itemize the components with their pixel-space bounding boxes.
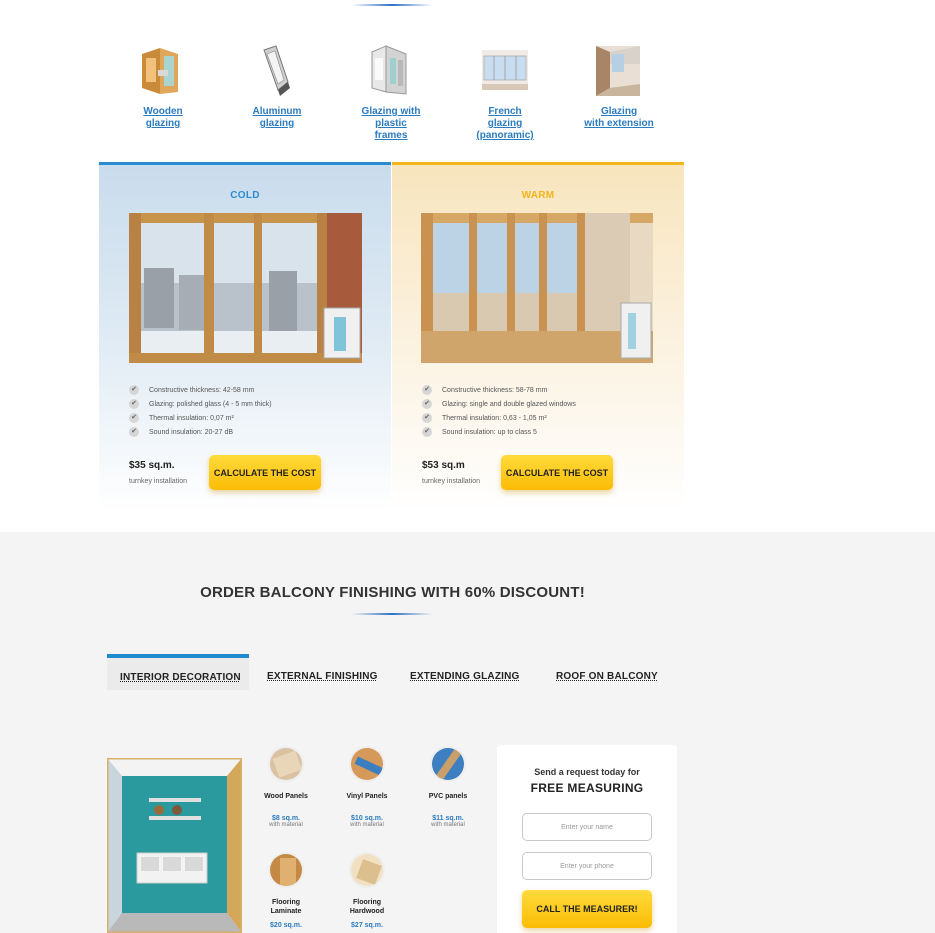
interior-balcony-image xyxy=(107,758,242,933)
cold-balcony-photo xyxy=(129,213,362,363)
material-wood-panels[interactable]: Wood Panels $8 sq.m. with material xyxy=(260,746,312,828)
spec-item: ✔ Sound insulation: 20-27 dB xyxy=(129,425,379,439)
check-icon: ✔ xyxy=(129,385,139,395)
form-title: FREE MEASURING xyxy=(530,781,644,795)
french-glazing-icon xyxy=(480,44,530,98)
section-title: ORDER BALCONY FINISHING WITH 60% DISCOUN… xyxy=(200,584,585,601)
cold-spec-list: ✔ Constructive thickness: 42-58 mm ✔ Glazi… xyxy=(129,383,379,439)
check-icon: ✔ xyxy=(129,399,139,409)
material-vinyl-panels[interactable]: Vinyl Panels $10 sq.m. with material xyxy=(341,746,393,828)
vinyl-panels-icon xyxy=(349,746,385,782)
glazing-type-plastic[interactable]: Glazing with plastic frames xyxy=(341,44,441,142)
cold-price-note: turnkey installation xyxy=(129,478,187,485)
cold-price: $35 sq.m. xyxy=(129,460,175,471)
check-icon: ✔ xyxy=(422,413,432,423)
check-icon: ✔ xyxy=(129,427,139,437)
material-pvc-panels[interactable]: PVC panels $11 sq.m. with material xyxy=(422,746,474,828)
call-measurer-button[interactable]: CALL THE MEASURER! xyxy=(522,890,652,928)
cold-calculate-cost-button[interactable]: CALCULATE THE COST xyxy=(209,455,321,490)
section-divider xyxy=(352,4,432,6)
tab-extending-glazing[interactable]: EXTENDING GLAZING xyxy=(410,654,530,690)
spec-item: ✔ Thermal insulation: 0,07 m² xyxy=(129,411,379,425)
spec-item: ✔ Constructive thickness: 42-58 mm xyxy=(129,383,379,397)
balcony-finishing-section: ORDER BALCONY FINISHING WITH 60% DISCOUN… xyxy=(0,532,935,933)
form-subtitle: Send a request today for xyxy=(534,767,640,777)
glazing-pricing-cards: COLD ✔ Constructive thickness: 42-58 mm … xyxy=(99,162,684,512)
spec-item: ✔ Constructive thickness: 58-78 mm xyxy=(422,383,672,397)
glazing-types: Wooden glazing Aluminum glazing Glazing wi… xyxy=(106,44,676,154)
warm-glazing-card: WARM ✔ Constructive thickness: 58-78 mm ✔… xyxy=(392,162,684,512)
glazing-type-wooden[interactable]: Wooden glazing xyxy=(113,44,213,130)
material-flooring-laminate[interactable]: Flooring Laminate $20 sq.m. xyxy=(260,852,312,929)
free-measuring-request-form: Send a request today for FREE MEASURING … xyxy=(497,745,677,933)
warm-price: $53 sq.m xyxy=(422,460,465,471)
warm-balcony-photo xyxy=(421,213,653,363)
tab-interior-decoration[interactable]: INTERIOR DECORATION xyxy=(107,654,249,690)
wooden-window-profile-icon xyxy=(138,44,188,98)
glazing-type-french[interactable]: French glazing (panoramic) xyxy=(455,44,555,142)
plastic-window-profile-icon xyxy=(366,44,416,98)
warm-price-note: turnkey installation xyxy=(422,478,480,485)
warm-spec-list: ✔ Constructive thickness: 58-78 mm ✔ Glazi… xyxy=(422,383,672,439)
cold-card-title: COLD xyxy=(230,190,260,201)
check-icon: ✔ xyxy=(422,399,432,409)
check-icon: ✔ xyxy=(422,385,432,395)
check-icon: ✔ xyxy=(422,427,432,437)
spec-item: ✔ Sound insulation: up to class 5 xyxy=(422,425,672,439)
glazing-type-extension[interactable]: Glazing with extension xyxy=(569,44,669,130)
warm-calculate-cost-button[interactable]: CALCULATE THE COST xyxy=(501,455,613,490)
spec-item: ✔ Glazing: polished glass (4 - 5 mm thick… xyxy=(129,397,379,411)
pvc-panels-icon xyxy=(430,746,466,782)
glazing-extension-icon xyxy=(594,44,644,98)
tab-external-finishing[interactable]: EXTERNAL FINISHING xyxy=(267,654,387,690)
section-divider xyxy=(352,613,432,615)
cold-glazing-card: COLD ✔ Constructive thickness: 42-58 mm … xyxy=(99,162,391,512)
material-list: Wood Panels $8 sq.m. with material Vinyl… xyxy=(260,746,490,933)
material-flooring-hardwood[interactable]: Flooring Hardwood $27 sq.m. xyxy=(341,852,393,929)
laminate-flooring-icon xyxy=(268,852,304,888)
glazing-type-aluminum[interactable]: Aluminum glazing xyxy=(227,44,327,130)
wood-panels-icon xyxy=(268,746,304,782)
hardwood-flooring-icon xyxy=(349,852,385,888)
finishing-tabs: INTERIOR DECORATION EXTERNAL FINISHING E… xyxy=(107,654,667,690)
spec-item: ✔ Thermal insulation: 0,63 - 1,05 m² xyxy=(422,411,672,425)
warm-card-title: WARM xyxy=(521,190,555,201)
name-input[interactable] xyxy=(522,813,652,841)
aluminum-window-profile-icon xyxy=(252,44,302,98)
tab-roof-on-balcony[interactable]: ROOF ON BALCONY xyxy=(556,654,666,690)
phone-input[interactable] xyxy=(522,852,652,880)
check-icon: ✔ xyxy=(129,413,139,423)
spec-item: ✔ Glazing: single and double glazed windo… xyxy=(422,397,672,411)
